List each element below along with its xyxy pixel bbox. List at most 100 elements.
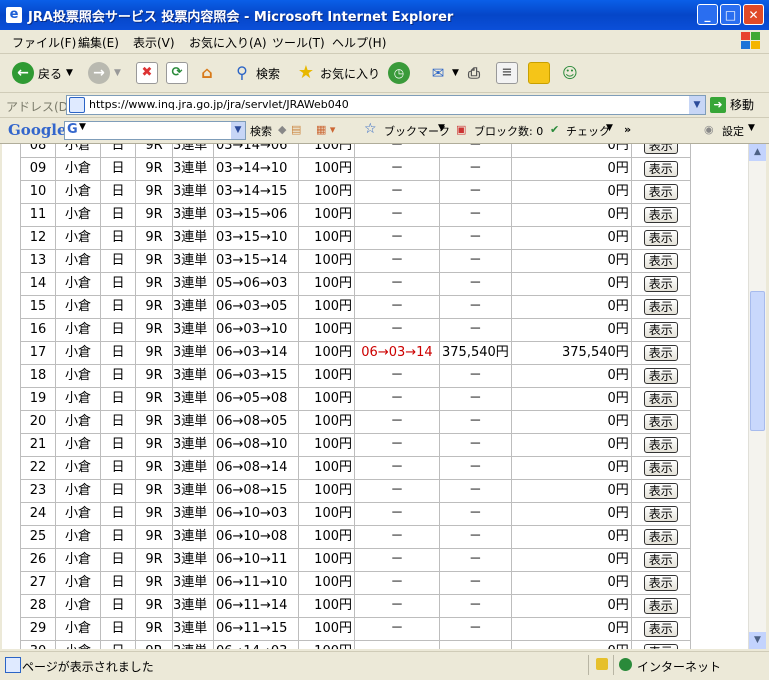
refund-amount: － [439, 387, 512, 411]
show-button[interactable]: 表示 [643, 321, 678, 338]
minimize-button[interactable]: _ [697, 4, 718, 25]
mail-button[interactable]: ✉ ▼ [428, 61, 459, 85]
show-button[interactable]: 表示 [643, 344, 678, 361]
settings-dropdown-icon[interactable]: ▼ [748, 123, 755, 133]
google-search-input[interactable]: G ▼ ▼ [64, 121, 246, 140]
table-row: 08 小倉日 9R 3連単 03→14→06 100円－－ 0円 表示 [20, 144, 691, 158]
spellcheck-button[interactable]: チェック [566, 123, 610, 139]
scroll-up-icon[interactable]: ▲ [749, 144, 766, 161]
windows-logo-icon [739, 31, 761, 51]
show-cell: 表示 [630, 433, 691, 457]
race-number: 9R [135, 387, 173, 411]
scroll-down-icon[interactable]: ▼ [749, 632, 766, 649]
menu-favorites[interactable]: お気に入り(A) [189, 34, 267, 51]
menu-edit[interactable]: 編集(E) [78, 34, 119, 51]
history-button[interactable]: ◷ [388, 61, 410, 85]
show-button[interactable]: 表示 [643, 206, 678, 223]
spellcheck-dropdown-icon[interactable]: ▼ [606, 123, 613, 133]
spellcheck-icon: ✔ [550, 123, 560, 136]
go-button[interactable]: ➜ 移動 [710, 96, 754, 113]
mail-dropdown-icon[interactable]: ▼ [452, 68, 459, 78]
toolbar: ← 戻る ▼ → ▼ ✖ ⟳ ⌂ ⚲ 検索 ★ お気に入り ◷ ✉ ▼ ⎙ ≡ … [0, 54, 769, 93]
back-arrow-icon: ← [12, 62, 34, 84]
address-input[interactable]: https://www.inq.jra.go.jp/jra/servlet/JR… [66, 95, 706, 115]
settings-button[interactable]: 設定 [722, 123, 744, 139]
show-cell: 表示 [630, 272, 691, 296]
close-button[interactable]: ✕ [743, 4, 764, 25]
show-button[interactable]: 表示 [643, 620, 678, 637]
back-button[interactable]: ← 戻る ▼ [12, 61, 73, 85]
show-button[interactable]: 表示 [643, 298, 678, 315]
vertical-scrollbar[interactable]: ▲ ▼ [748, 144, 766, 649]
payout-amount: 0円 [510, 410, 632, 434]
show-button[interactable]: 表示 [643, 459, 678, 476]
bet-amount: 100円 [298, 456, 355, 480]
bet-combination: 06→03→05 [213, 295, 299, 319]
more-chevron-icon[interactable]: » [624, 123, 631, 136]
google-search-button[interactable]: 検索 [250, 123, 272, 139]
messenger-button[interactable]: ☺ [560, 61, 580, 85]
show-button[interactable]: 表示 [643, 597, 678, 614]
show-cell: 表示 [630, 180, 691, 204]
show-button[interactable]: 表示 [643, 574, 678, 591]
google-popup-icon[interactable]: ▦ ▾ [316, 123, 335, 136]
show-button[interactable]: 表示 [643, 160, 678, 177]
favorites-button[interactable]: ★ お気に入り [296, 61, 380, 85]
race-day: 日 [100, 525, 136, 549]
race-day: 日 [100, 364, 136, 388]
show-button[interactable]: 表示 [643, 275, 678, 292]
race-day: 日 [100, 410, 136, 434]
hit-combination: － [354, 640, 440, 649]
forward-button[interactable]: → ▼ [88, 61, 121, 85]
racecourse: 小倉 [55, 203, 101, 227]
show-button[interactable]: 表示 [643, 229, 678, 246]
discuss-button[interactable] [528, 61, 550, 85]
menu-tools[interactable]: ツール(T) [272, 34, 325, 51]
search-button[interactable]: ⚲ 検索 [232, 61, 280, 85]
back-dropdown-icon[interactable]: ▼ [66, 68, 73, 78]
edit-button[interactable]: ≡ [496, 61, 518, 85]
scroll-thumb[interactable] [750, 291, 765, 431]
show-button[interactable]: 表示 [643, 436, 678, 453]
show-button[interactable]: 表示 [643, 482, 678, 499]
print-button[interactable]: ⎙ [464, 61, 484, 85]
refresh-button[interactable]: ⟳ [166, 61, 188, 85]
show-button[interactable]: 表示 [643, 643, 678, 649]
menu-help[interactable]: ヘルプ(H) [332, 34, 386, 51]
show-button[interactable]: 表示 [643, 144, 678, 154]
show-button[interactable]: 表示 [643, 551, 678, 568]
bet-combination: 03→15→10 [213, 226, 299, 250]
bet-number: 17 [20, 341, 56, 365]
stop-button[interactable]: ✖ [136, 61, 158, 85]
maximize-button[interactable]: □ [720, 4, 741, 25]
show-button[interactable]: 表示 [643, 252, 678, 269]
popup-block-count[interactable]: ブロック数: 0 [474, 123, 543, 139]
race-day: 日 [100, 617, 136, 641]
show-button[interactable]: 表示 [643, 390, 678, 407]
show-button[interactable]: 表示 [643, 413, 678, 430]
menu-file[interactable]: ファイル(F) [12, 34, 76, 51]
show-cell: 表示 [630, 502, 691, 526]
google-search-dropdown-icon[interactable]: ▼ [231, 122, 245, 139]
bookmark-dropdown-icon[interactable]: ▼ [438, 123, 445, 133]
address-dropdown-icon[interactable]: ▼ [689, 96, 705, 114]
show-button[interactable]: 表示 [643, 367, 678, 384]
menu-view[interactable]: 表示(V) [133, 34, 175, 51]
hit-combination: 06→03→14 [354, 341, 440, 365]
google-page-icon[interactable]: ▤ [291, 123, 301, 136]
refund-amount: 375,540円 [439, 341, 512, 365]
google-news-icon[interactable]: ◆ [278, 123, 286, 136]
forward-dropdown-icon[interactable]: ▼ [114, 68, 121, 78]
internet-zone-icon [619, 658, 632, 671]
google-g-dropdown-icon[interactable]: ▼ [79, 122, 86, 132]
search-label: 検索 [256, 66, 281, 81]
bet-amount: 100円 [298, 249, 355, 273]
show-button[interactable]: 表示 [643, 505, 678, 522]
show-cell: 表示 [630, 640, 691, 649]
show-button[interactable]: 表示 [643, 528, 678, 545]
race-number: 9R [135, 144, 173, 158]
bet-combination: 06→10→11 [213, 548, 299, 572]
show-button[interactable]: 表示 [643, 183, 678, 200]
home-button[interactable]: ⌂ [197, 61, 217, 85]
google-logo[interactable]: Google [8, 121, 67, 139]
